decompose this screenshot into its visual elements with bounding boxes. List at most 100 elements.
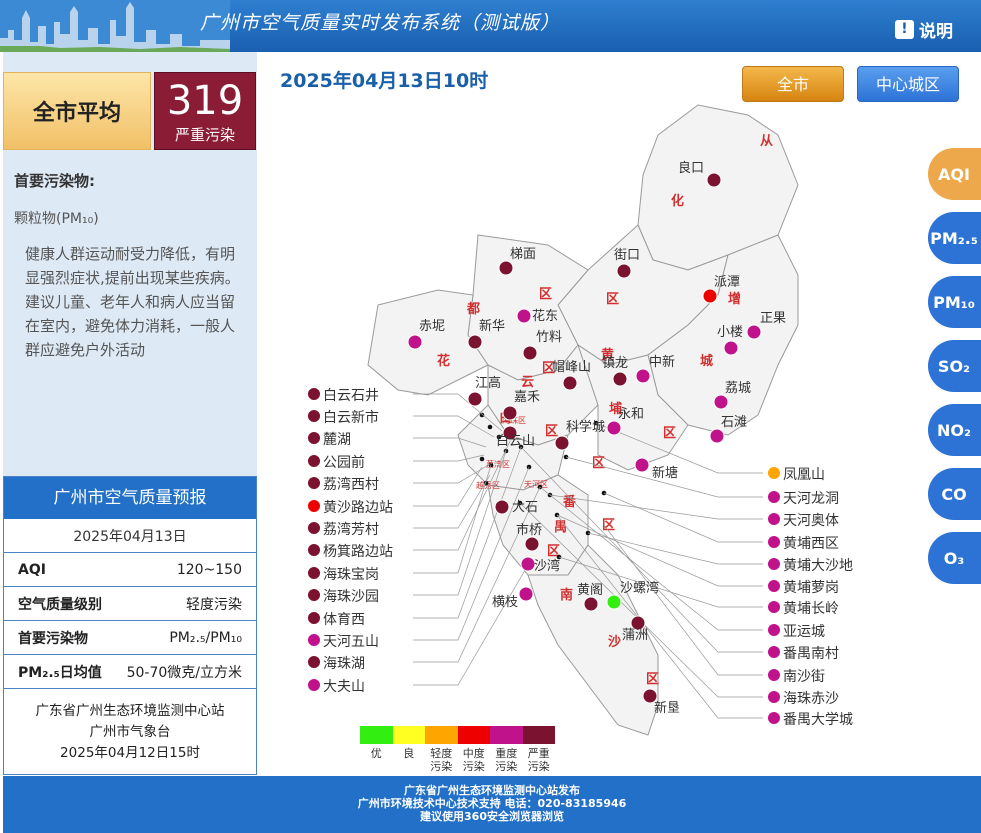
station-marker[interactable] <box>516 308 532 324</box>
station-label: 荔湾西村 <box>323 476 379 492</box>
station-marker[interactable] <box>767 557 781 571</box>
station-marker[interactable] <box>307 543 321 557</box>
station-label: 海珠沙园 <box>323 588 379 604</box>
station-dot <box>479 412 485 418</box>
legend-item: 严重 污染 <box>522 726 555 773</box>
station-marker[interactable] <box>307 431 321 445</box>
source-line: 2025年04月12日15时 <box>60 745 200 761</box>
forecast-value: 120~150 <box>176 561 242 578</box>
station-marker[interactable] <box>767 623 781 637</box>
district-label: 区 <box>663 425 676 440</box>
station-marker[interactable] <box>635 368 651 384</box>
station-marker[interactable] <box>612 371 628 387</box>
aqi-level: 严重污染 <box>174 126 235 144</box>
pollutant-button[interactable]: SO₂ <box>928 340 981 392</box>
station-marker[interactable] <box>467 334 483 350</box>
aqi-value: 319 <box>166 78 244 124</box>
station-marker[interactable] <box>562 375 578 391</box>
station-marker[interactable] <box>407 334 423 350</box>
station-label: 黄埔大沙地 <box>783 557 853 573</box>
legend-swatch <box>392 726 425 744</box>
station-marker[interactable] <box>709 428 725 444</box>
station-label: 正果 <box>760 310 786 325</box>
station-marker[interactable] <box>767 579 781 593</box>
station-marker[interactable] <box>307 409 321 423</box>
station-marker[interactable] <box>307 566 321 580</box>
district-label: 都 <box>466 301 480 316</box>
station-dot <box>487 424 493 430</box>
station-marker[interactable] <box>616 263 632 279</box>
station-marker[interactable] <box>307 499 321 513</box>
station-label: 嘉禾 <box>514 389 540 404</box>
station-marker[interactable] <box>307 387 321 401</box>
station-label: 白云新市 <box>323 409 379 425</box>
forecast-key: 空气质量级别 <box>18 596 102 613</box>
forecast-date: 2025年04月13日 <box>4 519 256 553</box>
station-marker[interactable] <box>723 340 739 356</box>
station-marker[interactable] <box>767 711 781 725</box>
pollutant-button[interactable]: AQI <box>928 148 981 200</box>
station-label: 天河奥体 <box>783 512 839 528</box>
station-marker[interactable] <box>522 345 538 361</box>
leader-line <box>587 532 763 565</box>
station-marker[interactable] <box>307 476 321 490</box>
station-marker[interactable] <box>767 668 781 682</box>
pollutant-button[interactable]: CO <box>928 468 981 520</box>
legend-label: 优 <box>370 747 382 760</box>
station-marker[interactable] <box>767 490 781 504</box>
station-marker[interactable] <box>307 454 321 468</box>
forecast-row-aqi: AQI 120~150 <box>4 553 256 587</box>
station-label: 体育西 <box>323 611 365 627</box>
station-label: 白云石井 <box>323 387 379 403</box>
station-marker[interactable] <box>498 260 514 276</box>
station-label: 新垦 <box>654 700 680 715</box>
station-marker[interactable] <box>520 556 536 572</box>
station-label: 公园前 <box>323 454 365 470</box>
station-marker[interactable] <box>502 405 518 421</box>
station-marker[interactable] <box>307 633 321 647</box>
pollutant-button[interactable]: O₃ <box>928 532 981 584</box>
station-marker[interactable] <box>583 596 599 612</box>
station-marker[interactable] <box>307 678 321 692</box>
legend-item: 中度 污染 <box>457 726 490 773</box>
station-marker[interactable] <box>554 435 570 451</box>
station-marker[interactable] <box>713 394 729 410</box>
left-panel: 全市平均 319 严重污染 首要污染物: 颗粒物(PM₁₀) 健康人群运动耐受力… <box>3 52 257 775</box>
forecast-value: 轻度污染 <box>186 596 242 613</box>
legend-swatch <box>490 726 523 744</box>
station-marker[interactable] <box>606 420 622 436</box>
station-marker[interactable] <box>706 172 722 188</box>
station-marker[interactable] <box>518 586 534 602</box>
station-marker[interactable] <box>307 611 321 625</box>
station-marker[interactable] <box>524 536 540 552</box>
station-marker[interactable] <box>307 655 321 669</box>
station-marker[interactable] <box>767 466 781 480</box>
station-marker[interactable] <box>767 535 781 549</box>
station-marker[interactable] <box>307 588 321 602</box>
station-label: 亚运城 <box>783 623 825 639</box>
station-marker[interactable] <box>702 288 718 304</box>
info-icon: ! <box>895 20 914 39</box>
station-marker[interactable] <box>767 512 781 526</box>
pollutant-button[interactable]: PM₁₀ <box>928 276 981 328</box>
station-label: 大夫山 <box>323 678 365 694</box>
station-marker[interactable] <box>606 594 622 610</box>
station-label: 番禺大学城 <box>783 711 853 727</box>
station-marker[interactable] <box>767 690 781 704</box>
station-marker[interactable] <box>634 457 650 473</box>
station-label: 蒲洲 <box>622 627 648 642</box>
legend-item: 优 <box>360 726 393 773</box>
station-label: 梯面 <box>510 246 536 261</box>
station-marker[interactable] <box>746 324 762 340</box>
station-label: 黄沙路边站 <box>323 499 393 515</box>
help-button[interactable]: ! 说明 <box>895 17 953 42</box>
station-marker[interactable] <box>494 499 510 515</box>
station-marker[interactable] <box>307 521 321 535</box>
pollutant-button[interactable]: NO₂ <box>928 404 981 456</box>
station-marker[interactable] <box>467 391 483 407</box>
station-marker[interactable] <box>767 645 781 659</box>
forecast-title: 广州市空气质量预报 <box>4 477 256 519</box>
station-marker[interactable] <box>767 600 781 614</box>
pollutant-button[interactable]: PM₂.₅ <box>928 212 981 264</box>
legend-label: 轻度 污染 <box>430 747 453 773</box>
